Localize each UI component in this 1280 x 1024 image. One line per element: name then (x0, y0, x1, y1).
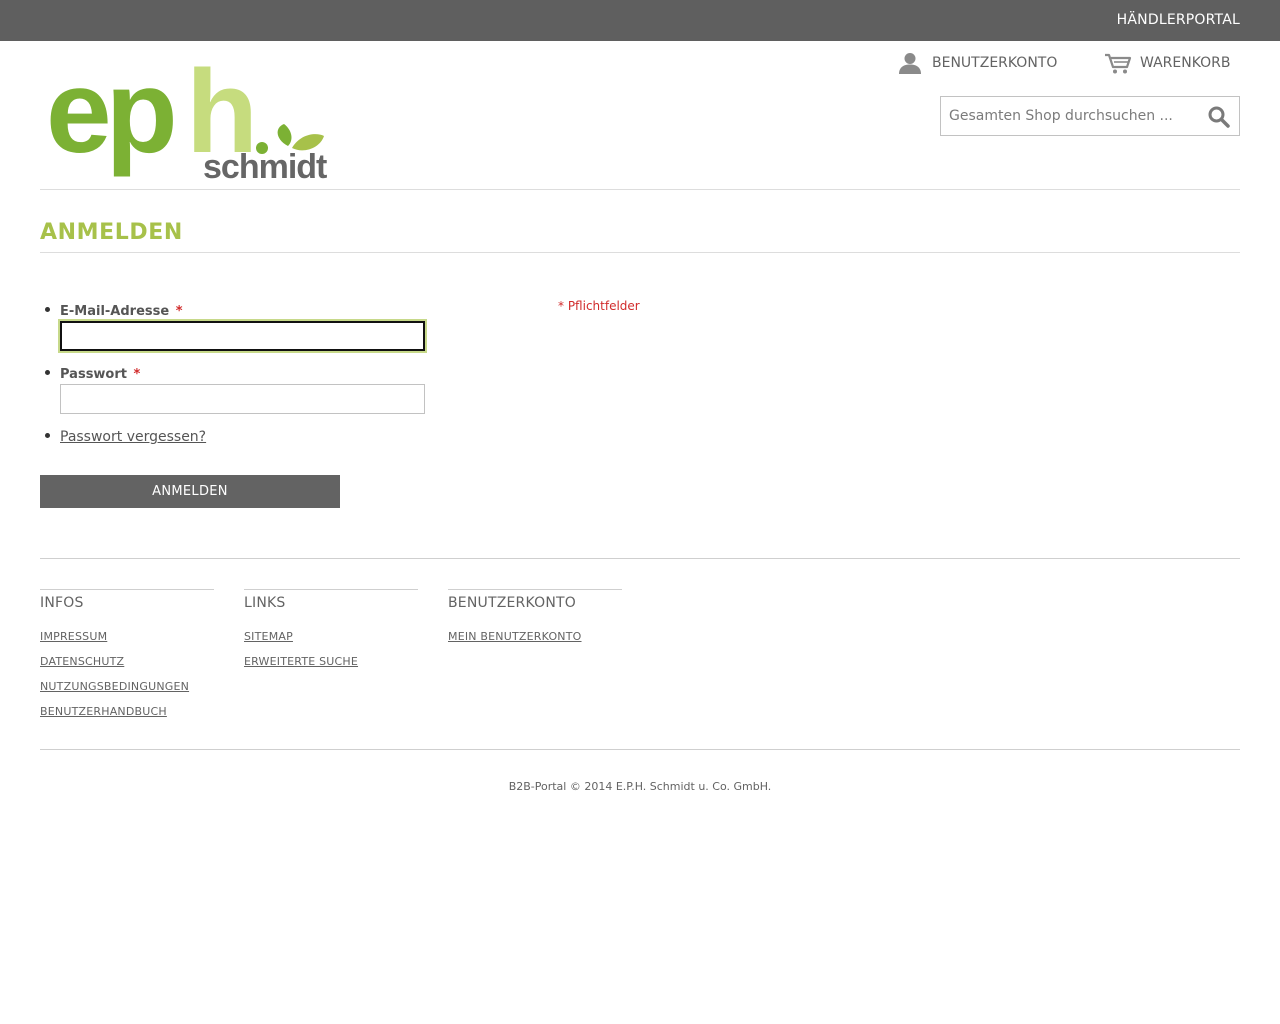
footer-column-infos: INFOS IMPRESSUM DATENSCHUTZ NUTZUNGSBEDI… (40, 589, 214, 725)
list-item: SITEMAP (244, 625, 418, 650)
account-link[interactable]: BENUTZERKONTO (898, 51, 1057, 75)
footer-bottom-divider (40, 749, 1240, 750)
password-label: Passwort * (60, 367, 140, 382)
list-bullet (45, 307, 50, 312)
my-account-link[interactable]: MEIN BENUTZERKONTO (448, 630, 582, 643)
list-item: MEIN BENUTZERKONTO (448, 625, 622, 650)
password-label-text: Passwort (60, 367, 127, 382)
column-divider (448, 589, 622, 590)
user-icon (899, 53, 921, 74)
top-bar: HÄNDLERPORTAL (0, 0, 1280, 41)
password-field[interactable] (60, 384, 425, 414)
list-item: BENUTZERHANDBUCH (40, 700, 214, 725)
search-button[interactable] (1207, 105, 1231, 129)
forgot-password-link[interactable]: Passwort vergessen? (60, 429, 206, 445)
search-input[interactable] (941, 97, 1201, 135)
list-item: NUTZUNGSBEDINGUNGEN (40, 675, 214, 700)
header-divider (40, 189, 1240, 190)
required-fields-note: * Pflichtfelder (558, 299, 640, 313)
footer-link-list: MEIN BENUTZERKONTO (448, 625, 622, 650)
svg-text:ep: ep (48, 48, 174, 178)
forgot-password-item: Passwort vergessen? (45, 426, 206, 445)
datenschutz-link[interactable]: DATENSCHUTZ (40, 655, 124, 668)
cart-icon (1105, 53, 1132, 74)
haendlerportal-link[interactable]: HÄNDLERPORTAL (1117, 12, 1240, 28)
footer-divider (40, 558, 1240, 559)
list-item: DATENSCHUTZ (40, 650, 214, 675)
search-icon (1208, 106, 1230, 128)
eph-schmidt-logo: ep h schmidt (46, 46, 328, 186)
list-bullet (45, 433, 50, 438)
footer-column-title: BENUTZERKONTO (448, 595, 576, 611)
cart-link[interactable]: WARENKORB (1104, 51, 1230, 75)
search-box (940, 96, 1240, 136)
required-marker: * (133, 367, 141, 382)
footer-column-title: LINKS (244, 595, 286, 611)
column-divider (244, 589, 418, 590)
email-field[interactable] (60, 321, 425, 351)
sitemap-link[interactable]: SITEMAP (244, 630, 293, 643)
title-divider (40, 252, 1240, 253)
column-divider (40, 589, 214, 590)
logo[interactable]: ep h schmidt (46, 46, 332, 186)
email-label: E-Mail-Adresse * (60, 304, 183, 319)
list-item: ERWEITERTE SUCHE (244, 650, 418, 675)
account-label: BENUTZERKONTO (932, 55, 1058, 71)
copyright-text: B2B-Portal © 2014 E.P.H. Schmidt u. Co. … (508, 780, 772, 793)
benutzerhandbuch-link[interactable]: BENUTZERHANDBUCH (40, 705, 167, 718)
footer-link-list: IMPRESSUM DATENSCHUTZ NUTZUNGSBEDINGUNGE… (40, 625, 214, 725)
email-label-text: E-Mail-Adresse (60, 304, 170, 319)
list-item: IMPRESSUM (40, 625, 214, 650)
impressum-link[interactable]: IMPRESSUM (40, 630, 107, 643)
nutzungsbedingungen-link[interactable]: NUTZUNGSBEDINGUNGEN (40, 680, 189, 693)
footer-link-list: SITEMAP ERWEITERTE SUCHE (244, 625, 418, 675)
password-field-group: Passwort * (45, 363, 140, 382)
advanced-search-link[interactable]: ERWEITERTE SUCHE (244, 655, 358, 668)
cart-label: WARENKORB (1140, 55, 1231, 71)
list-bullet (45, 370, 50, 375)
login-button[interactable]: ANMELDEN (40, 475, 340, 508)
required-marker: * (175, 304, 183, 319)
svg-text:schmidt: schmidt (203, 148, 327, 182)
page-title: ANMELDEN (40, 220, 183, 245)
footer-column-title: INFOS (40, 595, 84, 611)
email-field-group: E-Mail-Adresse * (45, 300, 183, 319)
footer-column-account: BENUTZERKONTO MEIN BENUTZERKONTO (448, 589, 622, 650)
footer-column-links: LINKS SITEMAP ERWEITERTE SUCHE (244, 589, 418, 675)
